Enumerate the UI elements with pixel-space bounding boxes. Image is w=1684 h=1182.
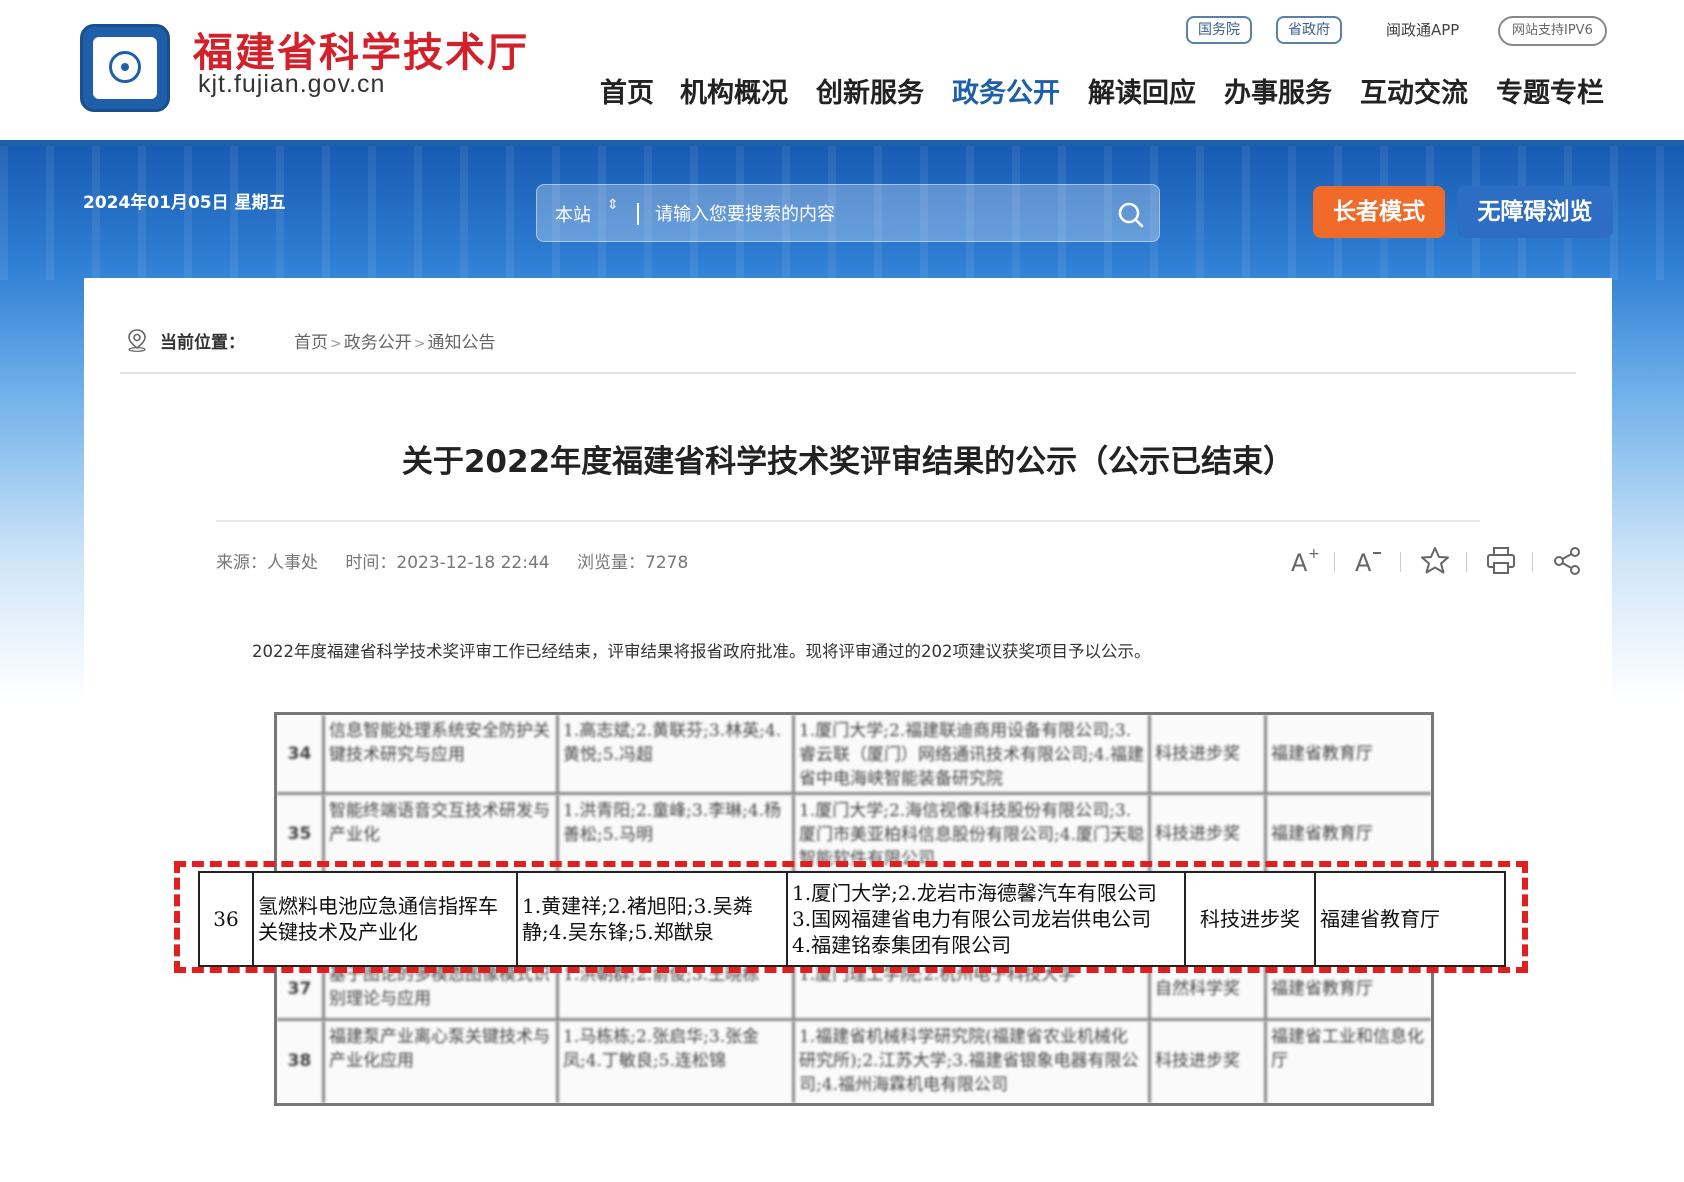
search-bar: 本站 ⇕	[536, 184, 1160, 242]
nav-gov-affairs[interactable]: 政务公开	[952, 74, 1060, 114]
table-cell-people: 1.高志斌;2.黄联芬;3.林英;4.黄悦;5.冯超	[559, 715, 795, 792]
star-icon[interactable]	[1418, 544, 1452, 578]
table-cell-no: 34	[277, 715, 325, 792]
units-line: 3.国网福建省电力有限公司龙岩供电公司	[792, 907, 1152, 931]
table-cell-units: 1.厦门大学;2.福建联迪商用设备有限公司;3.睿云联（厦门）网络通讯技术有限公…	[795, 715, 1151, 792]
project-name: 氢燃料电池应急通信指挥车 关键技术及产业化	[258, 893, 498, 945]
tool-separator	[1532, 552, 1533, 572]
people-cell: 1.黄建祥;2.褚旭阳;3.吴粦 静;4.吴东锋;5.郑猷泉	[518, 873, 788, 965]
accessibility-button[interactable]: 无障碍浏览	[1457, 186, 1613, 238]
breadcrumb-label: 当前位置：	[160, 333, 245, 353]
main-nav: 首页 机构概况 创新服务 政务公开 解读回应 办事服务 互动交流 专题专栏	[596, 74, 1636, 114]
table-cell-nominator: 福建省教育厅	[1271, 744, 1373, 764]
people-line: 静;4.吴东锋;5.郑猷泉	[522, 920, 714, 944]
site-logo-icon[interactable]	[80, 24, 170, 112]
ipv6-badge: 网站支持IPV6	[1498, 16, 1607, 46]
svg-text:A: A	[1355, 549, 1372, 577]
nav-services[interactable]: 办事服务	[1224, 74, 1332, 114]
article-source: 来源：人事处	[216, 553, 318, 573]
svg-text:+: +	[1308, 546, 1320, 562]
people-line: 1.黄建祥;2.褚旭阳;3.吴粦	[522, 894, 753, 918]
table-cell-award: 科技进步奖	[1151, 1021, 1267, 1103]
nav-special-topics[interactable]: 专题专栏	[1496, 74, 1604, 114]
table-cell-nominator: 福建省工业和信息化厅	[1271, 1027, 1424, 1071]
tool-separator	[1466, 552, 1467, 572]
site-header: 福建省科学技术厅 kjt.fujian.gov.cn 国务院 省政府 闽政通AP…	[0, 0, 1684, 140]
link-state-council[interactable]: 国务院	[1186, 16, 1252, 44]
article-views: 浏览量：7278	[577, 553, 689, 573]
award-type: 科技进步奖	[1200, 907, 1300, 931]
title-divider	[216, 520, 1480, 522]
highlighted-table-row: 36 氢燃料电池应急通信指挥车 关键技术及产业化 1.黄建祥;2.褚旭阳;3.吴…	[198, 871, 1506, 967]
row-number: 36	[200, 873, 254, 965]
units-cell: 1.厦门大学;2.龙岩市海德馨汽车有限公司 3.国网福建省电力有限公司龙岩供电公…	[788, 873, 1186, 965]
breadcrumb-sep: >	[413, 336, 426, 352]
link-provincial-gov[interactable]: 省政府	[1276, 16, 1342, 44]
nav-organization[interactable]: 机构概况	[680, 74, 788, 114]
row-number-text: 36	[213, 907, 239, 931]
article-intro: 2022年度福建省科学技术奖评审工作已经结束，评审结果将报省政府批准。现将评审通…	[252, 642, 1151, 661]
article-title: 关于2022年度福建省科学技术奖评审结果的公示（公示已结束）	[401, 444, 1295, 480]
table-cell-people: 1.马栋栋;2.张启华;3.张金凤;4.丁敏良;5.连松锦	[559, 1021, 795, 1103]
tool-separator	[1400, 552, 1401, 572]
units-line: 4.福建铭泰集团有限公司	[792, 933, 1012, 957]
breadcrumb: 当前位置： 首页 > 政务公开 > 通知公告	[126, 326, 726, 354]
project-line: 氢燃料电池应急通信指挥车	[258, 894, 498, 918]
units-line: 1.厦门大学;2.龙岩市海德馨汽车有限公司	[792, 881, 1157, 905]
breadcrumb-notices[interactable]: 通知公告	[427, 333, 495, 353]
people-list: 1.黄建祥;2.褚旭阳;3.吴粦 静;4.吴东锋;5.郑猷泉	[522, 893, 753, 945]
table-row: 38 福建泵产业离心泵关键技术与产业化应用 1.马栋栋;2.张启华;3.张金凤;…	[277, 1021, 1431, 1103]
units-list: 1.厦门大学;2.龙岩市海德馨汽车有限公司 3.国网福建省电力有限公司龙岩供电公…	[792, 880, 1157, 958]
search-icon[interactable]	[1117, 201, 1145, 229]
site-domain: kjt.fujian.gov.cn	[198, 70, 386, 98]
font-increase-icon[interactable]: A +	[1288, 544, 1322, 578]
location-icon	[128, 329, 146, 352]
article-time: 时间：2023-12-18 22:44	[345, 553, 550, 573]
search-input[interactable]	[655, 197, 1095, 231]
share-icon[interactable]	[1550, 544, 1584, 578]
table-cell-award: 科技进步奖	[1151, 715, 1267, 792]
logo-inner	[91, 35, 159, 101]
nav-interaction[interactable]: 互动交流	[1360, 74, 1468, 114]
search-divider	[637, 203, 639, 225]
search-scope-select[interactable]: 本站	[555, 201, 591, 227]
header-divider	[0, 140, 1684, 146]
nominator: 福建省教育厅	[1320, 907, 1440, 931]
table-row: 34 信息智能处理系统安全防护关键技术研究与应用 1.高志斌;2.黄联芬;3.林…	[277, 715, 1431, 795]
breadcrumb-items: 首页 > 政务公开 > 通知公告	[294, 328, 495, 353]
top-links: 国务院 省政府 闽政通APP 网站支持IPV6	[1186, 16, 1616, 46]
nav-interpretation[interactable]: 解读回应	[1088, 74, 1196, 114]
print-icon[interactable]	[1484, 544, 1518, 578]
breadcrumb-home[interactable]: 首页	[294, 333, 328, 353]
award-type-cell: 科技进步奖	[1186, 873, 1316, 965]
article-meta: 来源：人事处 时间：2023-12-18 22:44 浏览量：7278	[216, 548, 710, 573]
logo-mark	[109, 51, 141, 83]
table-cell-units: 1.福建省机械科学研究院(福建省农业机械化研究所);2.江苏大学;3.福建省银象…	[795, 1021, 1151, 1103]
link-mztong-app[interactable]: 闽政通APP	[1386, 18, 1459, 42]
scope-arrows-icon[interactable]: ⇕	[607, 198, 619, 212]
project-name-cell: 氢燃料电池应急通信指挥车 关键技术及产业化	[254, 873, 518, 965]
article-tools: A + A	[1184, 544, 1580, 578]
font-decrease-icon[interactable]: A	[1352, 544, 1386, 578]
tool-separator	[1334, 552, 1335, 572]
nav-home[interactable]: 首页	[600, 74, 654, 114]
current-date: 2024年01月05日 星期五	[83, 193, 286, 213]
project-line: 关键技术及产业化	[258, 920, 418, 944]
elder-mode-button[interactable]: 长者模式	[1313, 186, 1445, 238]
breadcrumb-sep: >	[330, 336, 342, 352]
svg-text:A: A	[1291, 549, 1308, 577]
table-cell-no: 38	[277, 1021, 325, 1103]
table-cell-project: 信息智能处理系统安全防护关键技术研究与应用	[325, 715, 559, 792]
nav-innovation-services[interactable]: 创新服务	[816, 74, 924, 114]
table-cell-project: 福建泵产业离心泵关键技术与产业化应用	[325, 1021, 559, 1103]
nominator-cell: 福建省教育厅	[1316, 873, 1504, 965]
breadcrumb-divider	[120, 372, 1576, 374]
breadcrumb-gov-affairs[interactable]: 政务公开	[344, 333, 412, 353]
